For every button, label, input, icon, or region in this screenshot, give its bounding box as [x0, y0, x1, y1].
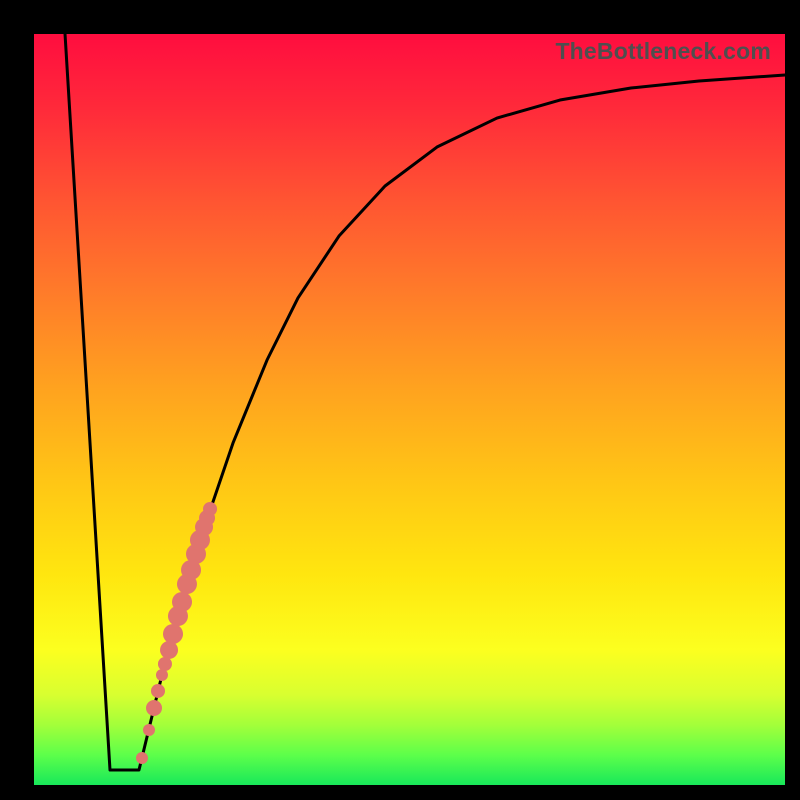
data-point — [151, 684, 165, 698]
data-point — [136, 752, 148, 764]
data-point — [203, 502, 217, 516]
plot-area: TheBottleneck.com — [34, 34, 785, 785]
data-point — [143, 724, 155, 736]
scatter-points — [136, 502, 217, 764]
data-point — [163, 624, 183, 644]
bottleneck-curve — [65, 34, 785, 770]
curve-layer — [34, 34, 785, 785]
chart-frame: TheBottleneck.com — [0, 0, 800, 800]
data-point — [172, 592, 192, 612]
data-point — [158, 657, 172, 671]
data-point — [146, 700, 162, 716]
